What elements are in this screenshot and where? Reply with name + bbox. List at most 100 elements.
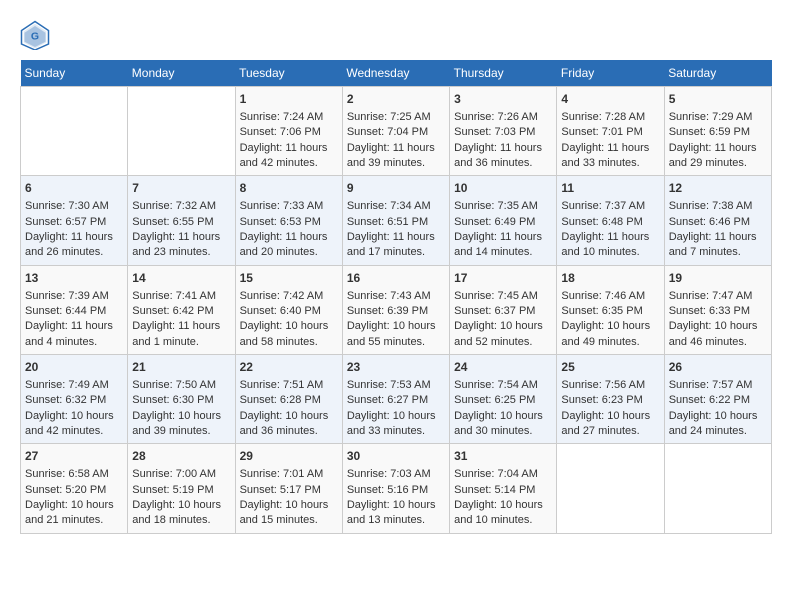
sunset-text: Sunset: 5:16 PM xyxy=(347,484,428,496)
logo: G xyxy=(20,20,54,50)
calendar-cell: 13Sunrise: 7:39 AMSunset: 6:44 PMDayligh… xyxy=(21,265,128,354)
day-number: 13 xyxy=(25,270,123,287)
sunrise-text: Sunrise: 7:04 AM xyxy=(454,468,538,480)
day-number: 10 xyxy=(454,180,552,197)
day-number: 21 xyxy=(132,359,230,376)
calendar-cell: 18 Sunrise: 7:46 AM Sunset: 6:35 PM Dayligh… xyxy=(557,265,664,354)
sunset-text: Sunset: 5:14 PM xyxy=(454,484,535,496)
sunrise-text: Sunrise: 7:47 AM xyxy=(669,290,753,302)
daylight-text: Daylight: 10 hours and 24 minutes. xyxy=(669,410,758,437)
week-row-2: 6Sunrise: 7:30 AMSunset: 6:57 PMDaylight… xyxy=(21,176,772,265)
calendar-cell: 21Sunrise: 7:50 AMSunset: 6:30 PMDayligh… xyxy=(128,355,235,444)
sunset-text: Sunset: 6:55 PM xyxy=(132,216,213,228)
sunset-text: Sunset: 6:32 PM xyxy=(25,394,106,406)
sunrise-text: Sunrise: 7:42 AM xyxy=(240,290,324,302)
day-number: 31 xyxy=(454,448,552,465)
sunrise-text: Sunrise: 7:01 AM xyxy=(240,468,324,480)
calendar-cell: 14Sunrise: 7:41 AMSunset: 6:42 PMDayligh… xyxy=(128,265,235,354)
sunrise-text: Sunrise: 7:32 AM xyxy=(132,200,216,212)
daylight-text: Daylight: 11 hours and 36 minutes. xyxy=(454,142,542,169)
day-number: 28 xyxy=(132,448,230,465)
sunset-text: Sunset: 6:59 PM xyxy=(669,126,750,138)
calendar-cell: 2Sunrise: 7:25 AMSunset: 7:04 PMDaylight… xyxy=(342,87,449,176)
daylight-text: Daylight: 11 hours and 4 minutes. xyxy=(25,320,113,347)
sunrise-text: Sunrise: 7:46 AM xyxy=(561,290,645,302)
day-number: 20 xyxy=(25,359,123,376)
sunrise-text: Sunrise: 7:33 AM xyxy=(240,200,324,212)
logo-icon: G xyxy=(20,20,50,50)
day-number: 11 xyxy=(561,180,659,197)
day-header-wednesday: Wednesday xyxy=(342,60,449,87)
calendar-cell: 3Sunrise: 7:26 AMSunset: 7:03 PMDaylight… xyxy=(450,87,557,176)
daylight-text: Daylight: 11 hours and 14 minutes. xyxy=(454,231,542,258)
calendar-header: SundayMondayTuesdayWednesdayThursdayFrid… xyxy=(21,60,772,87)
day-header-monday: Monday xyxy=(128,60,235,87)
daylight-text: Daylight: 11 hours and 26 minutes. xyxy=(25,231,113,258)
week-row-3: 13Sunrise: 7:39 AMSunset: 6:44 PMDayligh… xyxy=(21,265,772,354)
sunrise-text: Sunrise: 7:30 AM xyxy=(25,200,109,212)
sunrise-text: Sunrise: 7:56 AM xyxy=(561,379,645,391)
daylight-text: Daylight: 11 hours and 23 minutes. xyxy=(132,231,220,258)
calendar-cell: 15Sunrise: 7:42 AMSunset: 6:40 PMDayligh… xyxy=(235,265,342,354)
daylight-text: Daylight: 11 hours and 1 minute. xyxy=(132,320,220,347)
sunset-text: Sunset: 6:51 PM xyxy=(347,216,428,228)
calendar-cell: 30Sunrise: 7:03 AMSunset: 5:16 PMDayligh… xyxy=(342,444,449,533)
calendar-body: 1Sunrise: 7:24 AMSunset: 7:06 PMDaylight… xyxy=(21,87,772,534)
day-number: 26 xyxy=(669,359,767,376)
calendar-cell: 28Sunrise: 7:00 AMSunset: 5:19 PMDayligh… xyxy=(128,444,235,533)
day-number: 18 xyxy=(561,270,659,287)
calendar-cell: 1Sunrise: 7:24 AMSunset: 7:06 PMDaylight… xyxy=(235,87,342,176)
sunrise-text: Sunrise: 7:53 AM xyxy=(347,379,431,391)
daylight-text: Daylight: 10 hours and 52 minutes. xyxy=(454,320,543,347)
calendar-cell: 29Sunrise: 7:01 AMSunset: 5:17 PMDayligh… xyxy=(235,444,342,533)
calendar-cell: 17Sunrise: 7:45 AMSunset: 6:37 PMDayligh… xyxy=(450,265,557,354)
daylight-text: Daylight: 10 hours and 49 minutes. xyxy=(561,320,650,347)
daylight-text: Daylight: 10 hours and 21 minutes. xyxy=(25,499,114,526)
sunrise-text: Sunrise: 7:26 AM xyxy=(454,111,538,123)
day-number: 24 xyxy=(454,359,552,376)
calendar-cell: 5Sunrise: 7:29 AMSunset: 6:59 PMDaylight… xyxy=(664,87,771,176)
daylight-text: Daylight: 11 hours and 10 minutes. xyxy=(561,231,649,258)
sunset-text: Sunset: 6:27 PM xyxy=(347,394,428,406)
daylight-text: Daylight: 10 hours and 58 minutes. xyxy=(240,320,329,347)
week-row-1: 1Sunrise: 7:24 AMSunset: 7:06 PMDaylight… xyxy=(21,87,772,176)
sunrise-text: Sunrise: 7:43 AM xyxy=(347,290,431,302)
sunrise-text: Sunrise: 7:38 AM xyxy=(669,200,753,212)
daylight-text: Daylight: 10 hours and 10 minutes. xyxy=(454,499,543,526)
sunrise-text: Sunrise: 7:39 AM xyxy=(25,290,109,302)
daylight-text: Daylight: 11 hours and 7 minutes. xyxy=(669,231,757,258)
calendar-cell: 16Sunrise: 7:43 AMSunset: 6:39 PMDayligh… xyxy=(342,265,449,354)
sunrise-text: Sunrise: 7:49 AM xyxy=(25,379,109,391)
sunset-text: Sunset: 6:23 PM xyxy=(561,394,642,406)
sunrise-text: Sunrise: 7:34 AM xyxy=(347,200,431,212)
daylight-text: Daylight: 10 hours and 30 minutes. xyxy=(454,410,543,437)
sunrise-text: Sunrise: 7:57 AM xyxy=(669,379,753,391)
sunrise-text: Sunrise: 7:35 AM xyxy=(454,200,538,212)
sunrise-text: Sunrise: 7:00 AM xyxy=(132,468,216,480)
sunset-text: Sunset: 6:35 PM xyxy=(561,305,642,317)
day-number: 25 xyxy=(561,359,659,376)
day-header-friday: Friday xyxy=(557,60,664,87)
calendar-cell: 11Sunrise: 7:37 AMSunset: 6:48 PMDayligh… xyxy=(557,176,664,265)
sunrise-text: Sunrise: 7:24 AM xyxy=(240,111,324,123)
day-header-sunday: Sunday xyxy=(21,60,128,87)
daylight-text: Daylight: 11 hours and 17 minutes. xyxy=(347,231,435,258)
sunrise-text: Sunrise: 7:29 AM xyxy=(669,111,753,123)
day-number: 30 xyxy=(347,448,445,465)
calendar-cell: 27Sunrise: 6:58 AMSunset: 5:20 PMDayligh… xyxy=(21,444,128,533)
calendar-cell: 23Sunrise: 7:53 AMSunset: 6:27 PMDayligh… xyxy=(342,355,449,444)
day-header-thursday: Thursday xyxy=(450,60,557,87)
sunset-text: Sunset: 6:25 PM xyxy=(454,394,535,406)
calendar-cell: 31 Sunrise: 7:04 AM Sunset: 5:14 PM Dayligh… xyxy=(450,444,557,533)
sunset-text: Sunset: 6:30 PM xyxy=(132,394,213,406)
week-row-4: 20 Sunrise: 7:49 AM Sunset: 6:32 PM Dayligh… xyxy=(21,355,772,444)
calendar-cell: 4Sunrise: 7:28 AMSunset: 7:01 PMDaylight… xyxy=(557,87,664,176)
sunset-text: Sunset: 6:48 PM xyxy=(561,216,642,228)
sunrise-text: Sunrise: 7:51 AM xyxy=(240,379,324,391)
sunset-text: Sunset: 6:42 PM xyxy=(132,305,213,317)
calendar-cell: 19Sunrise: 7:47 AMSunset: 6:33 PMDayligh… xyxy=(664,265,771,354)
day-number: 14 xyxy=(132,270,230,287)
daylight-text: Daylight: 11 hours and 33 minutes. xyxy=(561,142,649,169)
day-header-tuesday: Tuesday xyxy=(235,60,342,87)
day-number: 1 xyxy=(240,91,338,108)
